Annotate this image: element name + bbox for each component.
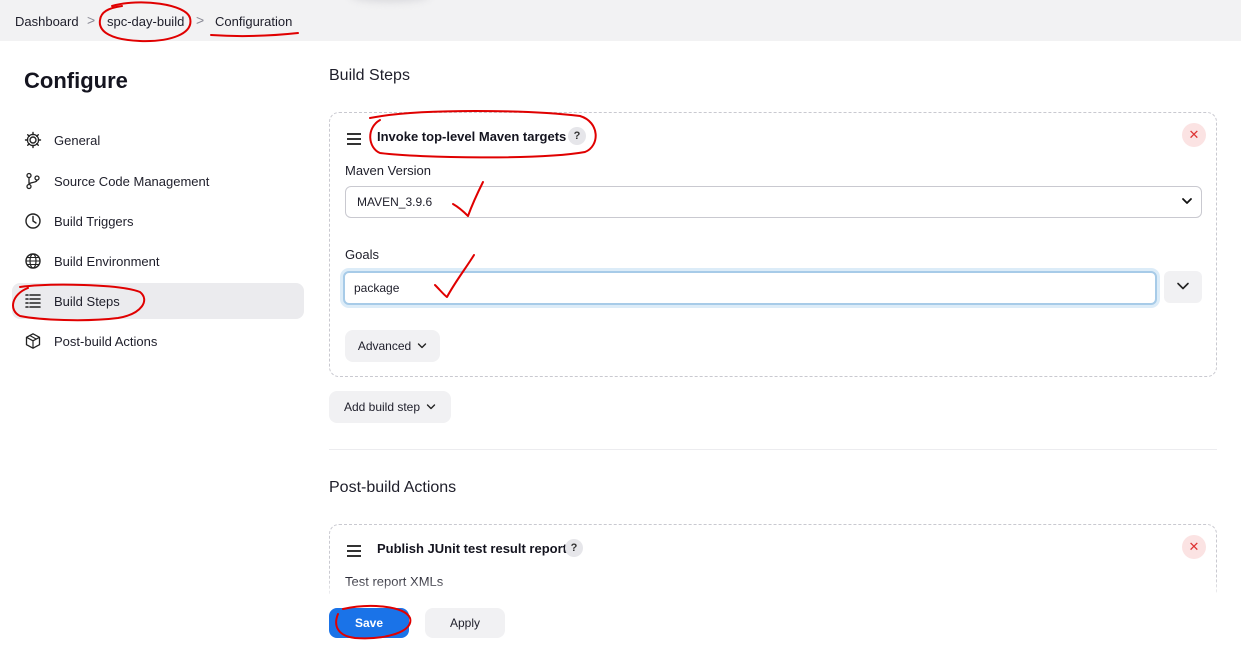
goals-input[interactable]: package: [343, 271, 1157, 305]
maven-version-value: MAVEN_3.9.6: [357, 195, 433, 209]
maven-build-step-card: Invoke top-level Maven targets ? ✕ Maven…: [329, 112, 1217, 377]
list-icon: [24, 292, 42, 310]
breadcrumb-separator: >: [87, 12, 96, 28]
section-divider: [329, 449, 1217, 450]
sidebar-item-label: General: [54, 132, 101, 148]
build-step-title: Invoke top-level Maven targets: [377, 129, 567, 144]
chevron-down-icon: [1181, 187, 1193, 228]
decorative-shadow: [350, 0, 430, 2]
drag-handle-icon[interactable]: [347, 133, 361, 148]
expand-goals-button[interactable]: [1164, 271, 1202, 303]
delete-action-button[interactable]: ✕: [1182, 535, 1206, 559]
sidebar-item-post-build-actions[interactable]: Post-build Actions: [12, 323, 304, 359]
maven-version-select[interactable]: MAVEN_3.9.6: [345, 186, 1202, 218]
goals-label: Goals: [345, 247, 379, 262]
footer-bar: [0, 594, 1241, 652]
advanced-label: Advanced: [357, 339, 412, 353]
help-icon[interactable]: ?: [565, 539, 583, 557]
sidebar-item-build-steps[interactable]: Build Steps: [12, 283, 304, 319]
drag-handle-icon[interactable]: [347, 545, 361, 560]
sidebar-item-label: Build Steps: [54, 293, 120, 309]
sidebar-item-label: Post-build Actions: [54, 333, 158, 349]
branch-icon: [24, 172, 42, 190]
package-icon: [24, 332, 42, 350]
save-button[interactable]: Save: [329, 608, 409, 638]
sidebar-item-build-triggers[interactable]: Build Triggers: [12, 203, 304, 239]
page-title: Configure: [24, 68, 128, 93]
chevron-down-icon: [1176, 278, 1190, 296]
gear-icon: [24, 131, 42, 149]
breadcrumb: Dashboard > spc-day-build > Configuratio…: [0, 0, 1241, 41]
sidebar-item-label: Build Environment: [54, 253, 160, 269]
sidebar-item-source-code-management[interactable]: Source Code Management: [12, 163, 304, 199]
breadcrumb-job[interactable]: spc-day-build: [107, 14, 184, 29]
add-build-step-label: Add build step: [343, 400, 421, 414]
post-build-heading: Post-build Actions: [329, 479, 457, 496]
goals-value: package: [354, 281, 400, 295]
build-steps-heading: Build Steps: [329, 67, 410, 84]
advanced-button[interactable]: Advanced: [345, 330, 440, 362]
breadcrumb-separator: >: [196, 12, 205, 28]
sidebar-item-build-environment[interactable]: Build Environment: [12, 243, 304, 279]
maven-version-label: Maven Version: [345, 163, 431, 178]
delete-step-button[interactable]: ✕: [1182, 123, 1206, 147]
sidebar-item-label: Source Code Management: [54, 173, 210, 189]
sidebar-item-label: Build Triggers: [54, 213, 134, 229]
breadcrumb-dashboard[interactable]: Dashboard: [15, 14, 79, 29]
chevron-down-icon: [417, 339, 427, 353]
help-icon[interactable]: ?: [568, 127, 586, 145]
chevron-down-icon: [426, 400, 436, 414]
test-report-xmls-label: Test report XMLs: [345, 574, 444, 589]
globe-icon: [24, 252, 42, 270]
apply-button[interactable]: Apply: [425, 608, 505, 638]
sidebar-item-general[interactable]: General: [12, 122, 304, 158]
clock-icon: [24, 212, 42, 230]
add-build-step-button[interactable]: Add build step: [329, 391, 451, 423]
post-build-action-title: Publish JUnit test result report: [377, 541, 567, 556]
breadcrumb-configuration[interactable]: Configuration: [215, 14, 292, 29]
